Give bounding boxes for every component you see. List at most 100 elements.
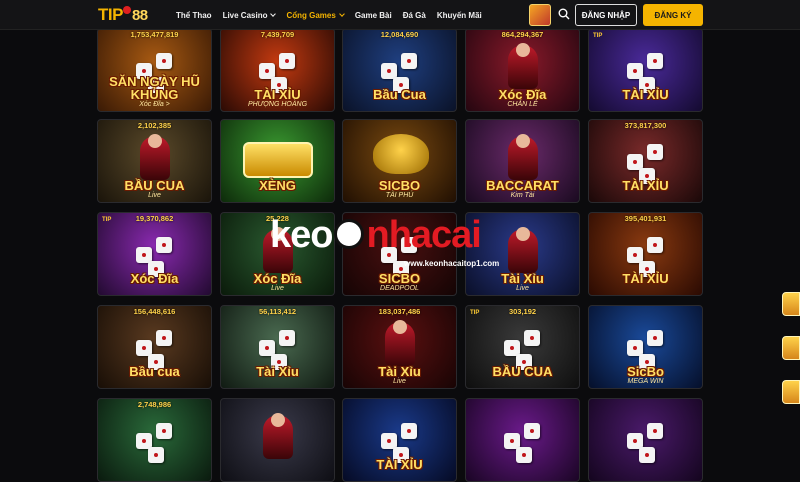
dice-icon [156, 330, 172, 346]
dealer-figure [508, 134, 538, 180]
dice-icon [647, 53, 663, 69]
game-subtitle: PHƯỢNG HOÀNG [247, 101, 308, 108]
dice-icon [401, 53, 417, 69]
nav-item[interactable]: Cổng Games [286, 10, 345, 20]
game-card[interactable]: 373,817,300 TÀI XỈU [588, 119, 703, 203]
dealer-figure [140, 134, 170, 180]
logo-emblem-icon [122, 6, 131, 14]
game-card[interactable]: 864,294,367 Xóc Đĩa CHẴN LẺ [465, 28, 580, 112]
nav-item-label: Khuyến Mãi [436, 10, 482, 20]
game-card[interactable]: TIP 19,370,862 Xóc Đĩa [97, 212, 212, 296]
slot-reels-icon [243, 142, 313, 178]
game-card[interactable] [465, 398, 580, 482]
game-card[interactable]: SicBo MEGA WIN [588, 305, 703, 389]
game-card[interactable]: Tài Xỉu Live [465, 212, 580, 296]
dice-icon [516, 447, 532, 463]
game-title: TÀI XỈU [622, 271, 669, 286]
game-title: TÀI XỈU [254, 87, 301, 102]
jackpot-amount: 303,192 [508, 307, 537, 316]
promo-gift-icon[interactable] [529, 4, 551, 26]
game-subtitle: TÀI PHÚ [385, 192, 414, 199]
chevron-down-icon [338, 10, 345, 17]
dice-icon [401, 237, 417, 253]
game-subtitle: Live [516, 285, 529, 292]
dice-icon [524, 330, 540, 346]
game-title: Tài Xỉu [256, 364, 299, 379]
register-button[interactable]: ĐĂNG KÝ [643, 4, 703, 26]
game-card[interactable] [220, 398, 335, 482]
game-card[interactable]: SICBO DEADPOOL [342, 212, 457, 296]
game-card[interactable]: TIP TÀI XỈU [588, 28, 703, 112]
game-title: Xóc Đĩa [498, 87, 547, 102]
jackpot-amount: 183,037,486 [378, 307, 421, 316]
brand-badge: TIP [593, 33, 603, 39]
game-card[interactable]: TIP 303,192 BẦU CUA [465, 305, 580, 389]
game-subtitle: Kim Tài [510, 192, 535, 199]
nav-item-label: Game Bài [354, 10, 392, 20]
game-subtitle: Live [271, 285, 284, 292]
side-promo-badge[interactable] [782, 336, 800, 360]
game-title: Xóc Đĩa [130, 271, 179, 286]
site-logo[interactable]: TIP 88 [98, 4, 148, 26]
login-button[interactable]: ĐĂNG NHẬP [575, 4, 637, 26]
jackpot-amount: 7,439,709 [260, 30, 295, 39]
dealer-figure [508, 43, 538, 89]
game-subtitle: Live [148, 192, 161, 199]
nav-item-label: Thể Thao [176, 10, 212, 20]
jackpot-amount: 12,084,690 [380, 30, 419, 39]
dealer-figure [263, 413, 293, 459]
nav-item[interactable]: Live Casino [222, 10, 277, 20]
game-title: XÈNG [259, 178, 296, 193]
top-header: TIP 88 Thể Thao Live Casino Cổng Games Game… [0, 0, 800, 30]
dice-icon [647, 423, 663, 439]
jackpot-amount: 2,102,385 [137, 121, 172, 130]
game-title: Tài Xỉu [501, 271, 544, 286]
dealer-figure [385, 320, 415, 366]
nav-item[interactable]: Game Bài [355, 11, 392, 20]
nav-item-label: Live Casino [222, 10, 268, 20]
nav-item-label: Đá Gà [402, 10, 426, 20]
game-card[interactable]: 7,439,709 TÀI XỈU PHƯỢNG HOÀNG [220, 28, 335, 112]
game-card[interactable]: XÈNG [220, 119, 335, 203]
dice-icon [524, 423, 540, 439]
game-title: TÀI XỈU [376, 457, 423, 472]
dice-icon [148, 447, 164, 463]
game-card[interactable]: 25,228 Xóc Đĩa Live [220, 212, 335, 296]
nav-item[interactable]: Đá Gà [403, 11, 426, 20]
game-title: BACCARAT [486, 178, 559, 193]
game-card[interactable]: 156,448,616 Bầu cua [97, 305, 212, 389]
dealer-figure [508, 227, 538, 273]
dice-icon [156, 237, 172, 253]
game-card[interactable]: 1,753,477,819 SĂN NGÀY HŨ KHỦNG Xóc Đĩa > [97, 28, 212, 112]
jackpot-amount: 395,401,931 [624, 214, 667, 223]
logo-text: TIP [98, 5, 123, 24]
game-card[interactable]: 2,102,385 BẦU CUA Live [97, 119, 212, 203]
dice-icon [401, 423, 417, 439]
game-card[interactable]: 395,401,931 TÀI XỈU [588, 212, 703, 296]
dice-icon [647, 144, 663, 160]
side-promo-badge[interactable] [782, 380, 800, 404]
nav-item[interactable]: Thể Thao [176, 11, 212, 20]
jackpot-amount: 156,448,616 [133, 307, 176, 316]
game-subtitle: Xóc Đĩa > [139, 101, 170, 108]
search-icon[interactable] [558, 8, 570, 20]
game-card[interactable]: SICBO TÀI PHÚ [342, 119, 457, 203]
nav-item[interactable]: Khuyến Mãi [437, 11, 482, 20]
game-card[interactable]: 183,037,486 Tài Xỉu Live [342, 305, 457, 389]
dice-icon [279, 53, 295, 69]
game-card[interactable]: 56,113,412 Tài Xỉu [220, 305, 335, 389]
jackpot-amount: 373,817,300 [624, 121, 667, 130]
game-title: SicBo [627, 364, 664, 379]
game-title: Tài Xỉu [378, 364, 421, 379]
jackpot-amount: 25,228 [266, 214, 289, 223]
game-card[interactable]: 12,084,690 Bầu Cua [342, 28, 457, 112]
game-title: SICBO [378, 178, 421, 193]
game-title: TÀI XỈU [622, 178, 669, 193]
game-card[interactable]: BACCARAT Kim Tài [465, 119, 580, 203]
game-card[interactable]: 2,748,986 [97, 398, 212, 482]
game-card[interactable]: TÀI XỈU [342, 398, 457, 482]
game-card[interactable] [588, 398, 703, 482]
side-promo-badge[interactable] [782, 292, 800, 316]
dice-icon [156, 423, 172, 439]
dealer-figure [263, 227, 293, 273]
